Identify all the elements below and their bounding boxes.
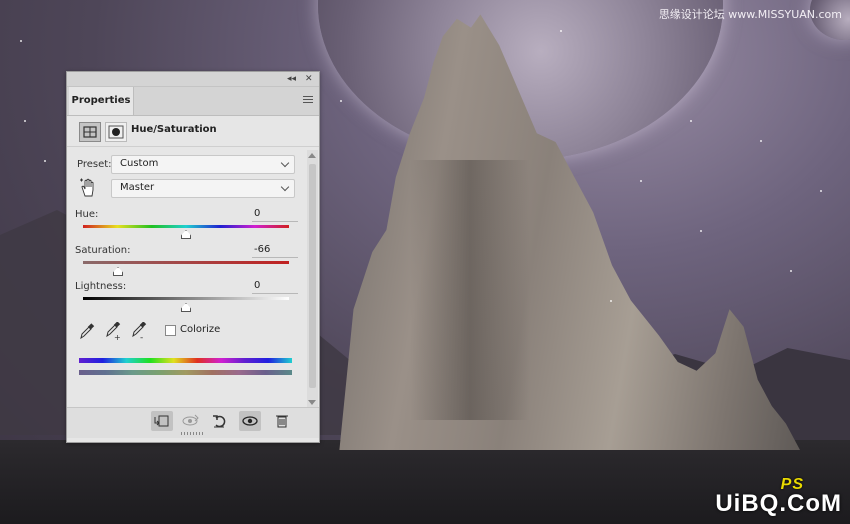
watermark-logo: PS UiBQ.CoM [715, 476, 842, 518]
star [340, 100, 342, 102]
watermark-ps: PS [780, 476, 804, 493]
scrollbar[interactable] [307, 150, 318, 408]
star [820, 190, 822, 192]
channel-dropdown[interactable]: Master [111, 179, 295, 198]
saturation-value-field[interactable]: -66 [252, 244, 298, 258]
lightness-label: Lightness: [75, 281, 127, 292]
star [640, 180, 642, 182]
saturation-label: Saturation: [75, 245, 131, 256]
star [690, 120, 692, 122]
close-icon[interactable]: ✕ [305, 72, 313, 86]
scroll-down-arrow-icon[interactable] [308, 400, 316, 405]
preset-label: Preset: [77, 159, 112, 170]
colorize-checkbox[interactable] [165, 325, 176, 336]
layer-mask-icon[interactable] [105, 122, 127, 142]
scroll-up-arrow-icon[interactable] [308, 153, 316, 158]
hue-label: Hue: [75, 209, 99, 220]
adjustment-title: Hue/Saturation [131, 124, 217, 135]
star [700, 230, 702, 232]
colorize-label: Colorize [180, 324, 221, 335]
hue-saturation-adjustment-icon[interactable] [79, 122, 101, 142]
chevron-down-icon [280, 182, 290, 192]
star [44, 160, 46, 162]
chevron-down-icon [280, 158, 290, 168]
panel-tab-row: Properties [67, 87, 319, 116]
svg-text:+: + [114, 333, 121, 340]
clip-to-layer-icon[interactable] [151, 411, 173, 431]
properties-panel: ◂◂ ✕ Properties Hue/Saturation Preset: C… [66, 71, 320, 443]
panel-titlebar[interactable]: ◂◂ ✕ [67, 72, 319, 87]
eyedropper-icon[interactable] [79, 322, 95, 340]
collapse-icon[interactable]: ◂◂ [287, 72, 296, 86]
visibility-eye-icon[interactable] [239, 411, 261, 431]
star [560, 30, 562, 32]
hue-value-field[interactable]: 0 [252, 208, 298, 222]
preset-value: Custom [120, 158, 159, 169]
panel-bottom-toolbar [67, 407, 319, 438]
channel-value: Master [120, 182, 155, 193]
svg-text:-: - [140, 333, 143, 340]
view-previous-state-icon[interactable] [179, 411, 201, 431]
lightness-slider-track[interactable] [83, 297, 289, 300]
panel-menu-icon[interactable] [303, 96, 313, 105]
reset-icon[interactable] [209, 411, 231, 431]
star [610, 300, 612, 302]
panel-resize-grip[interactable] [181, 432, 203, 435]
star [790, 270, 792, 272]
hue-slider-track[interactable] [83, 225, 289, 228]
rock-shadow [410, 160, 530, 420]
scrollbar-thumb[interactable] [309, 164, 316, 388]
adjustment-header: Hue/Saturation [67, 116, 319, 147]
targeted-adjustment-hand-icon[interactable] [79, 178, 97, 198]
subtract-from-sample-eyedropper-icon[interactable]: - [131, 321, 147, 343]
star [760, 140, 762, 142]
star [24, 120, 26, 122]
input-color-spectrum-bar [79, 358, 292, 363]
lightness-value-field[interactable]: 0 [252, 280, 298, 294]
preset-dropdown[interactable]: Custom [111, 155, 295, 174]
output-color-spectrum-bar [79, 370, 292, 375]
saturation-slider-track[interactable] [83, 261, 289, 264]
watermark-text: 思缘设计论坛 www.MISSYUAN.com [658, 8, 842, 21]
add-to-sample-eyedropper-icon[interactable]: + [105, 321, 121, 342]
star [20, 40, 22, 42]
tab-properties[interactable]: Properties [69, 87, 134, 115]
delete-icon[interactable] [271, 411, 293, 431]
watermark-site: UiBQ.CoM [715, 490, 842, 517]
